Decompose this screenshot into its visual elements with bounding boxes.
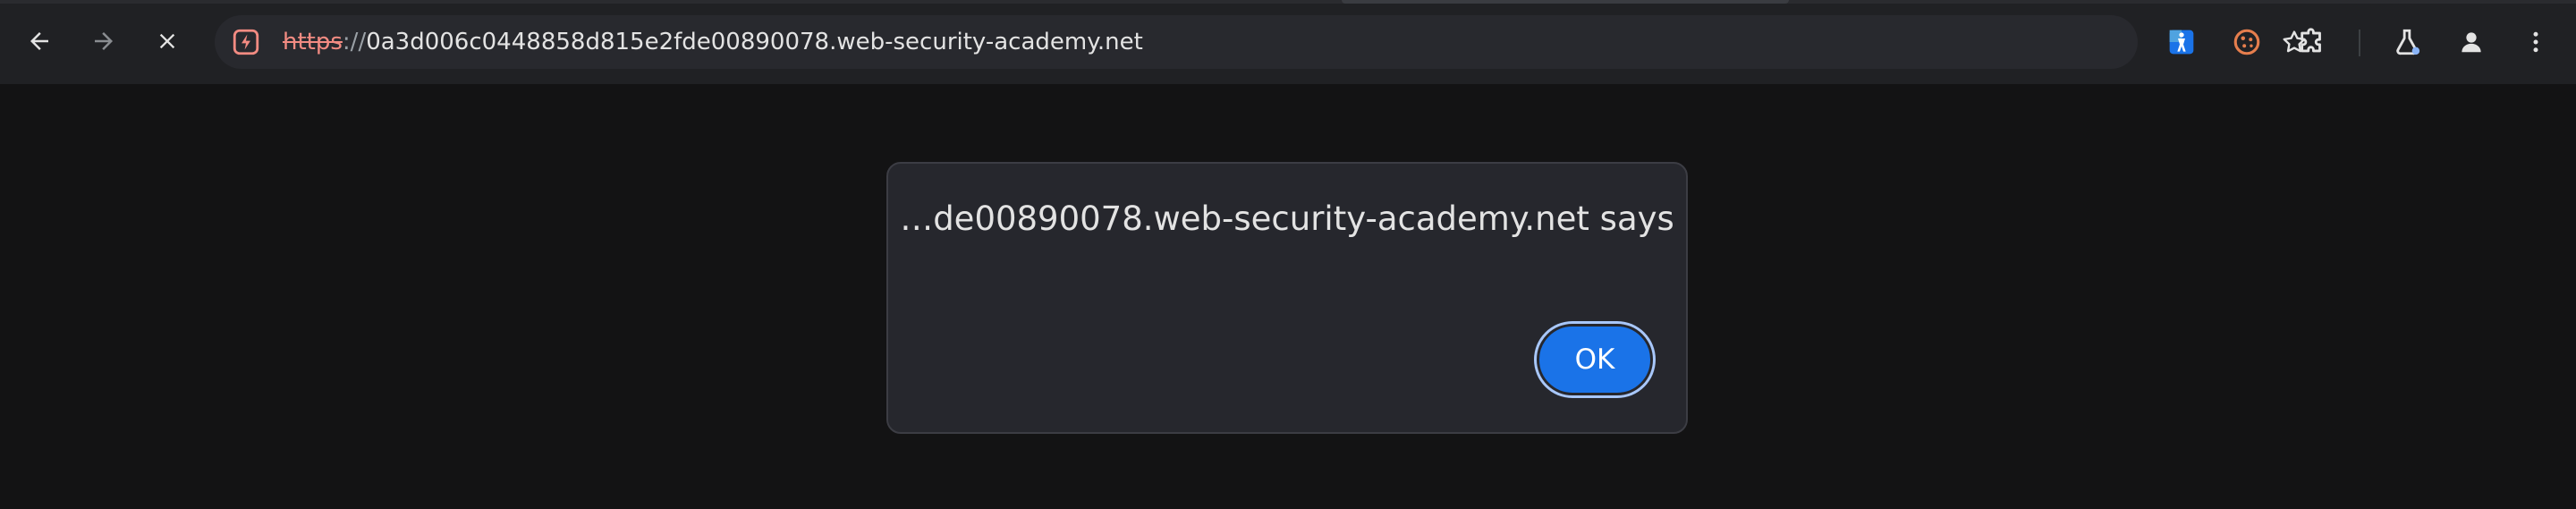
url-scheme: https	[283, 29, 343, 55]
puzzle-extensions-icon	[2301, 28, 2321, 53]
accessibility-extension-button[interactable]	[2162, 22, 2201, 62]
stop-loading-button[interactable]	[146, 20, 189, 63]
labs-button[interactable]	[2387, 22, 2427, 62]
url-text[interactable]: https://0a3d006c0448858d815e2fde00890078…	[283, 15, 1143, 69]
toolbar-divider	[2359, 30, 2360, 56]
not-secure-warning-icon	[233, 29, 259, 55]
page-content: …de00890078.web-security-academy.net say…	[0, 84, 2576, 509]
accessibility-extension-icon	[2169, 30, 2194, 55]
site-info-button[interactable]	[227, 23, 265, 61]
cookie-extension-icon	[2233, 29, 2260, 55]
tab-strip-highlight	[1342, 0, 1789, 4]
alert-dialog: …de00890078.web-security-academy.net say…	[886, 162, 1688, 434]
browser-toolbar: https://0a3d006c0448858d815e2fde00890078…	[0, 0, 2576, 84]
forward-button[interactable]	[82, 20, 125, 63]
address-bar[interactable]: https://0a3d006c0448858d815e2fde00890078…	[215, 15, 2306, 69]
arrow-left-icon	[30, 32, 48, 50]
arrow-right-icon	[95, 32, 113, 50]
extensions-button[interactable]	[2292, 22, 2332, 62]
tab-strip-edge	[0, 0, 2576, 4]
browser-menu-button[interactable]	[2516, 22, 2555, 62]
back-button[interactable]	[18, 20, 61, 63]
close-icon	[159, 33, 175, 49]
dialog-title: …de00890078.web-security-academy.net say…	[900, 199, 1674, 238]
url-separator: ://	[342, 29, 367, 55]
ok-button[interactable]: OK	[1537, 324, 1653, 395]
url-host: 0a3d006c0448858d815e2fde00890078.web-sec…	[366, 29, 1143, 55]
profile-avatar-icon	[2462, 32, 2481, 53]
kebab-menu-icon	[2533, 31, 2538, 53]
profile-button[interactable]	[2452, 22, 2491, 62]
labs-flask-icon	[2396, 29, 2420, 55]
cookie-extension-button[interactable]	[2227, 22, 2267, 62]
